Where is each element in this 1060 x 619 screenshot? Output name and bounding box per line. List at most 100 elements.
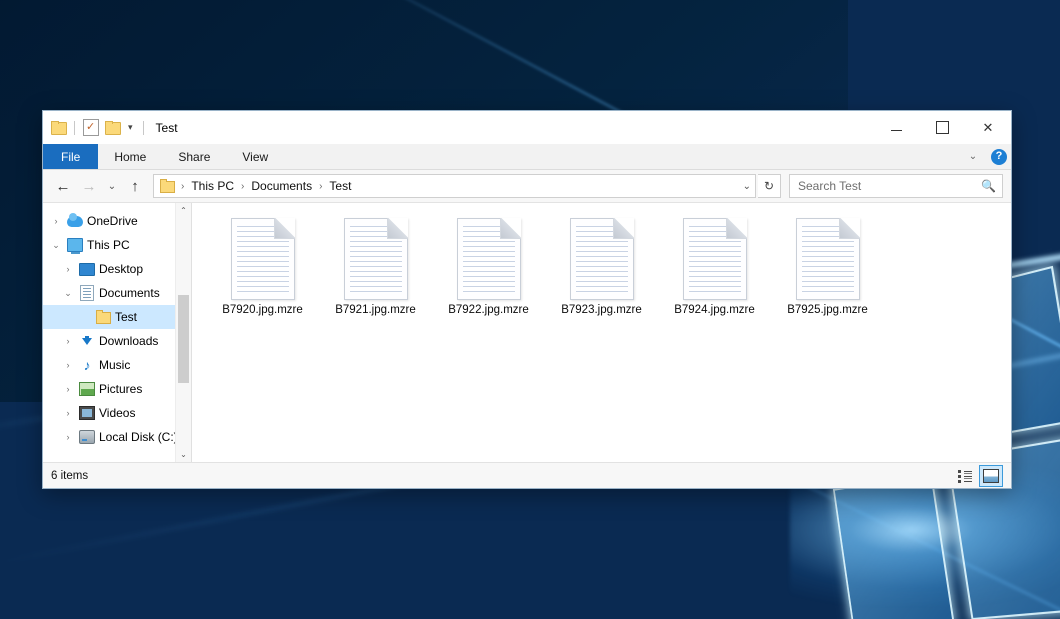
breadcrumb-item-this-pc[interactable]: This PC — [187, 178, 238, 194]
close-button[interactable]: ✕ — [965, 111, 1011, 144]
large-icons-view-icon — [983, 469, 999, 483]
pictures-icon — [79, 381, 95, 397]
sidebar-item-downloads[interactable]: › Downloads — [43, 329, 191, 353]
sidebar-item-music[interactable]: › ♪ Music — [43, 353, 191, 377]
sidebar-scrollbar[interactable]: ⌃ ⌄ — [175, 203, 191, 462]
logo-pane — [833, 473, 954, 619]
scroll-up-arrow-icon[interactable]: ⌃ — [176, 203, 191, 218]
minimize-button[interactable] — [873, 111, 919, 144]
sidebar-item-local-disk-c[interactable]: › Local Disk (C:) — [43, 425, 191, 449]
breadcrumb-item-documents[interactable]: Documents — [247, 178, 316, 194]
divider — [143, 121, 144, 135]
expand-ribbon-chevron-down-icon[interactable]: ⌄ — [963, 151, 983, 162]
minimize-icon — [891, 130, 902, 131]
folder-icon — [95, 309, 111, 325]
file-explorer-window: ✓ ▾ Test ✕ File Home Share View ⌄ ? — [42, 110, 1012, 489]
customize-toolbar-caret-icon[interactable]: ▾ — [126, 123, 135, 132]
tab-home[interactable]: Home — [98, 144, 162, 169]
breadcrumb-separator: › — [318, 181, 323, 192]
sidebar-item-videos[interactable]: › Videos — [43, 401, 191, 425]
tab-share[interactable]: Share — [162, 144, 226, 169]
downloads-icon — [79, 333, 95, 349]
disk-icon — [79, 429, 95, 445]
blank-document-icon — [225, 217, 301, 301]
documents-icon — [79, 285, 95, 301]
computer-icon — [67, 237, 83, 253]
scrollbar-thumb[interactable] — [178, 295, 189, 383]
desktop-icon — [79, 261, 95, 277]
file-name-label: B7923.jpg.mzre — [561, 304, 642, 316]
search-box[interactable]: 🔍 — [789, 174, 1003, 198]
sidebar-item-onedrive[interactable]: › OneDrive — [43, 209, 191, 233]
folder-icon[interactable] — [51, 121, 66, 134]
blank-document-icon — [790, 217, 866, 301]
sidebar-item-label: Videos — [99, 406, 135, 420]
maximize-button[interactable] — [919, 111, 965, 144]
search-input[interactable] — [796, 178, 965, 194]
breadcrumb[interactable]: › This PC › Documents › Test ⌄ — [153, 174, 756, 198]
file-item[interactable]: B7924.jpg.mzre — [658, 213, 771, 339]
chevron-down-icon[interactable]: ⌄ — [61, 288, 75, 299]
file-item[interactable]: B7922.jpg.mzre — [432, 213, 545, 339]
recent-locations-chevron-down-icon[interactable]: ⌄ — [103, 174, 121, 198]
new-folder-icon[interactable] — [105, 121, 120, 134]
sidebar-item-label: Desktop — [99, 262, 143, 276]
details-view-button[interactable] — [953, 465, 977, 487]
forward-button[interactable]: → — [77, 174, 101, 198]
music-icon: ♪ — [79, 357, 95, 373]
file-name-label: B7921.jpg.mzre — [335, 304, 416, 316]
file-item[interactable]: B7920.jpg.mzre — [206, 213, 319, 339]
file-name-label: B7922.jpg.mzre — [448, 304, 529, 316]
file-grid: B7920.jpg.mzre B7921.jpg.mzre B7922.jpg.… — [206, 213, 1011, 339]
breadcrumb-dropdown-chevron-down-icon[interactable]: ⌄ — [743, 181, 751, 192]
large-icons-view-button[interactable] — [979, 465, 1003, 487]
file-item[interactable]: B7921.jpg.mzre — [319, 213, 432, 339]
chevron-right-icon[interactable]: › — [61, 336, 75, 346]
sidebar-item-test[interactable]: › Test — [43, 305, 191, 329]
title-bar: ✓ ▾ Test ✕ — [43, 111, 1011, 144]
help-icon[interactable]: ? — [991, 149, 1007, 165]
file-name-label: B7925.jpg.mzre — [787, 304, 868, 316]
refresh-button[interactable]: ↻ — [758, 174, 781, 198]
blank-document-icon — [451, 217, 527, 301]
sidebar-item-this-pc[interactable]: ⌄ This PC — [43, 233, 191, 257]
file-item[interactable]: B7923.jpg.mzre — [545, 213, 658, 339]
maximize-icon — [936, 121, 949, 134]
sidebar-item-label: Pictures — [99, 382, 142, 396]
sidebar-item-documents[interactable]: ⌄ Documents — [43, 281, 191, 305]
chevron-placeholder-icon: › — [77, 312, 91, 322]
sidebar-item-label: OneDrive — [87, 214, 138, 228]
window-title: Test — [156, 121, 178, 135]
sidebar-item-label: Documents — [99, 286, 160, 300]
blank-document-icon — [564, 217, 640, 301]
chevron-right-icon[interactable]: › — [61, 408, 75, 418]
up-button[interactable]: ↑ — [123, 174, 147, 198]
chevron-right-icon[interactable]: › — [61, 432, 75, 442]
breadcrumb-item-test[interactable]: Test — [325, 178, 355, 194]
window-controls: ✕ — [873, 111, 1011, 144]
chevron-right-icon[interactable]: › — [61, 264, 75, 274]
sidebar-item-desktop[interactable]: › Desktop — [43, 257, 191, 281]
ribbon-right-controls: ⌄ ? — [963, 144, 1007, 169]
explorer-body: › OneDrive ⌄ This PC › Desktop ⌄ — [43, 203, 1011, 462]
sidebar-item-label: This PC — [87, 238, 130, 252]
sidebar-item-pictures[interactable]: › Pictures — [43, 377, 191, 401]
chevron-right-icon[interactable]: › — [61, 360, 75, 370]
folder-icon — [160, 180, 175, 192]
videos-icon — [79, 405, 95, 421]
tab-view[interactable]: View — [226, 144, 284, 169]
tab-file[interactable]: File — [43, 144, 98, 169]
scroll-down-arrow-icon[interactable]: ⌄ — [176, 447, 191, 462]
search-icon: 🔍 — [981, 179, 996, 193]
sidebar-item-label: Downloads — [99, 334, 158, 348]
chevron-right-icon[interactable]: › — [49, 216, 63, 226]
chevron-down-icon[interactable]: ⌄ — [49, 240, 63, 251]
properties-checkbox-icon[interactable]: ✓ — [83, 119, 99, 136]
back-button[interactable]: ← — [51, 174, 75, 198]
chevron-right-icon[interactable]: › — [61, 384, 75, 394]
ribbon-tab-bar: File Home Share View ⌄ ? — [43, 144, 1011, 170]
file-list-pane[interactable]: B7920.jpg.mzre B7921.jpg.mzre B7922.jpg.… — [192, 203, 1011, 462]
blank-document-icon — [677, 217, 753, 301]
sidebar-item-label: Music — [99, 358, 130, 372]
file-item[interactable]: B7925.jpg.mzre — [771, 213, 884, 339]
